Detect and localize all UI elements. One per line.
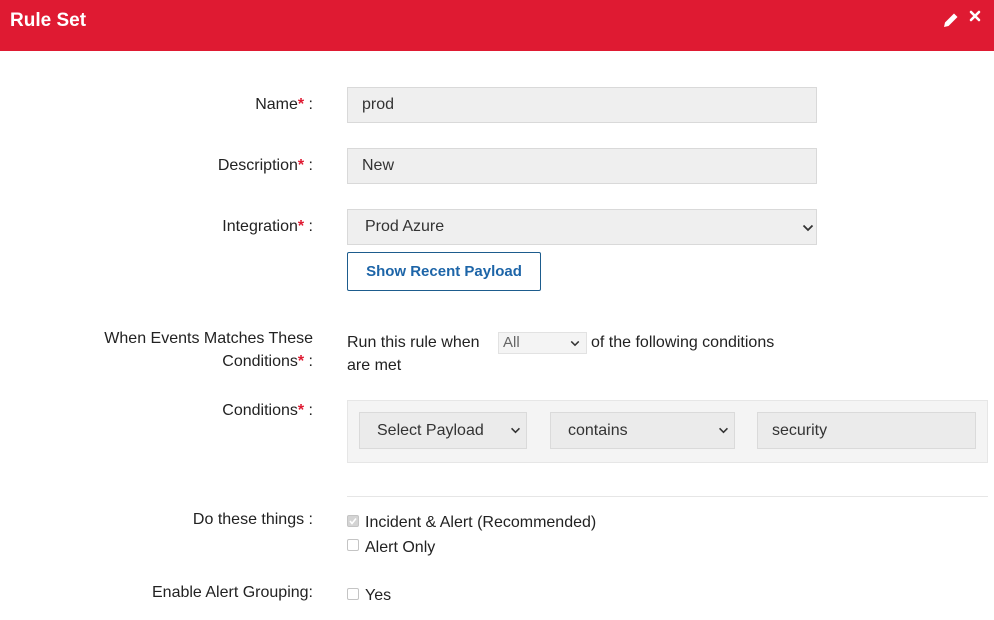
operator-selected-value: contains [568,422,628,439]
name-input[interactable]: prod [347,87,817,123]
run-rule-prefix: Run this rule when [347,334,480,351]
match-type-select[interactable]: All [498,332,587,354]
condition-row: Select Payload contains security [347,400,988,463]
run-rule-suffix-line2: are met [347,357,402,374]
payload-select[interactable]: Select Payload [359,412,527,449]
incident-alert-checkbox[interactable] [347,515,359,527]
description-input[interactable]: New [347,148,817,184]
alert-only-label: Alert Only [365,539,436,556]
integration-select[interactable]: Prod Azure [347,209,817,245]
incident-alert-label: Incident & Alert (Recommended) [365,514,597,531]
chevron-down-icon [570,340,580,347]
modal-header: Rule Set [0,0,994,51]
integration-selected-value: Prod Azure [365,218,445,235]
modal-title: Rule Set [10,10,87,31]
run-rule-suffix: of the following conditions [591,334,775,351]
operator-select[interactable]: contains [550,412,735,449]
integration-label: Integration* : [222,218,313,235]
pencil-icon[interactable] [942,11,960,29]
alert-grouping-checkbox[interactable] [347,588,359,600]
actions-label: Do these things : [192,511,313,528]
close-icon[interactable] [967,8,983,24]
checkmark-icon [349,518,357,525]
chevron-down-icon [802,224,814,232]
chevron-down-icon [719,427,728,434]
condition-value-input[interactable]: security [757,412,976,449]
payload-selected-value: Select Payload [377,422,484,439]
when-events-label: When Events Matches These Conditions* : [104,330,313,370]
name-label: Name* : [255,96,313,113]
section-divider [347,496,988,497]
description-label: Description* : [217,157,313,174]
alert-grouping-label: Enable Alert Grouping: [152,584,313,601]
chevron-down-icon [511,427,520,434]
alert-grouping-yes-label: Yes [365,587,392,604]
show-recent-payload-button[interactable]: Show Recent Payload [347,252,541,291]
alert-only-checkbox[interactable] [347,539,359,551]
match-type-selected-value: All [503,334,520,351]
conditions-label: Conditions* : [222,402,313,419]
